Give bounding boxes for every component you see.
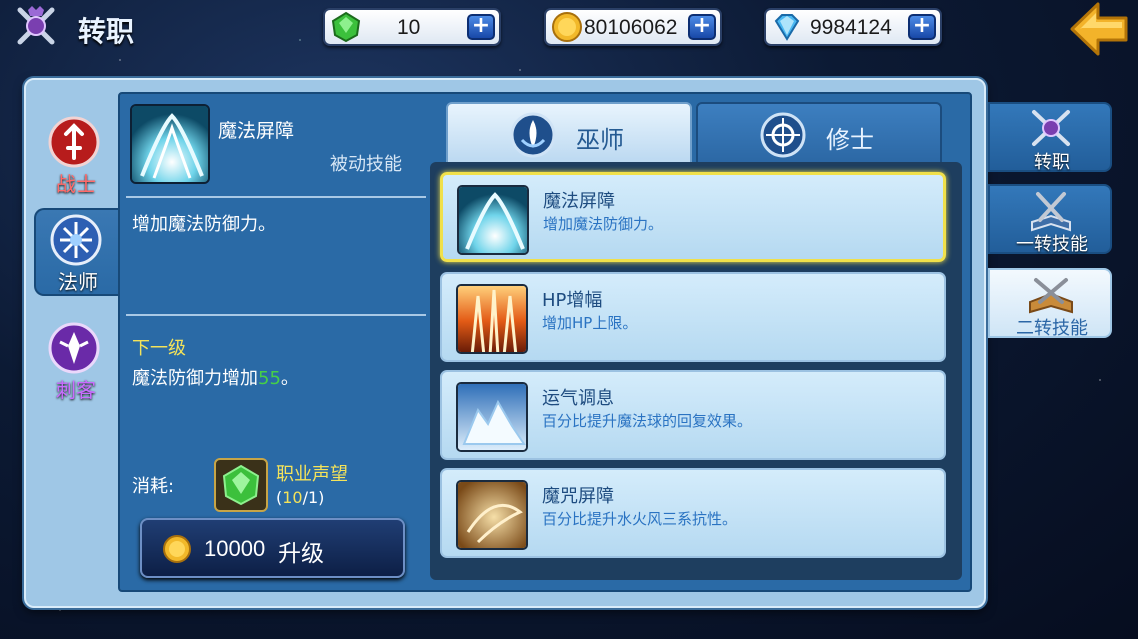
skill-description: 百分比提升水火风三系抗性。 (542, 510, 738, 528)
whirlwind-sand-icon (458, 482, 526, 548)
skill-description: 增加HP上限。 (542, 314, 638, 332)
tab-first-job-skills[interactable]: 一转技能 (988, 184, 1112, 255)
upgrade-cost: 10000 (204, 536, 266, 561)
book-swords-icon (1031, 192, 1071, 232)
class-name-warrior: 战士 (56, 172, 96, 196)
skill-name: 魔咒屏障 (542, 486, 614, 507)
page-title: 转职 (78, 15, 135, 48)
skill-thumb (457, 185, 529, 255)
hp-boost-fire-icon (458, 286, 526, 352)
priest-emblem-icon (760, 112, 806, 158)
gem-counter: 10 + (323, 8, 501, 46)
cost-item-name: 职业声望 (276, 464, 348, 485)
branch-name-priest: 修士 (826, 126, 874, 154)
divider (126, 314, 426, 316)
gold-counter: 80106062 + (544, 8, 722, 46)
skill-thumb (456, 382, 528, 452)
selected-skill-icon (130, 104, 210, 184)
selected-skill-description: 增加魔法防御力。 (132, 214, 276, 235)
branch-tab-priest[interactable]: 修士 (696, 102, 942, 164)
top-bar: 转职 10 + 80106062 + 9984124 + (0, 0, 1138, 60)
class-name-assassin: 刺客 (56, 378, 96, 402)
crossed-swords-crest-icon (1032, 110, 1070, 146)
branch-name-wizard: 巫师 (576, 126, 624, 154)
back-arrow-icon[interactable] (1068, 0, 1130, 58)
add-diamonds-button[interactable]: + (908, 14, 936, 40)
assassin-emblem-icon (48, 322, 100, 374)
tab-label: 二转技能 (1016, 318, 1088, 339)
magic-barrier-icon (132, 106, 208, 182)
tab-label: 一转技能 (1016, 234, 1088, 255)
tab-job-change[interactable]: 转职 (988, 102, 1112, 173)
mage-emblem-icon (50, 214, 102, 266)
next-level-title: 下一级 (132, 338, 186, 359)
diamond-counter: 9984124 + (764, 8, 942, 46)
skill-description: 百分比提升魔法球的回复效果。 (542, 412, 753, 430)
divider (126, 196, 426, 198)
skill-name: 运气调息 (542, 388, 614, 409)
cost-item-slot (214, 458, 268, 512)
green-gem-icon (331, 11, 361, 43)
upgrade-label: 升级 (278, 541, 324, 567)
green-gem-icon (222, 464, 260, 506)
branch-tab-wizard[interactable]: 巫师 (446, 102, 692, 164)
next-level-description: 魔法防御力增加55。 (132, 368, 299, 389)
skill-thumb (456, 284, 528, 354)
gem-count: 10 (397, 16, 421, 39)
skill-description: 增加魔法防御力。 (543, 215, 664, 233)
skill-card-magic-barrier[interactable]: 魔法屏障 增加魔法防御力。 (440, 172, 946, 262)
skill-name: 魔法屏障 (543, 191, 615, 212)
class-tab-warrior[interactable]: 战士 (34, 112, 118, 200)
upgrade-button[interactable]: 10000 升级 (140, 518, 405, 578)
warrior-emblem-icon (48, 116, 100, 168)
wizard-emblem-icon (510, 112, 556, 158)
gold-coin-icon (552, 12, 582, 42)
open-book-icon (1029, 278, 1073, 314)
add-gold-button[interactable]: + (688, 14, 716, 40)
class-name-mage: 法师 (58, 270, 98, 294)
diamond-count: 9984124 (810, 16, 892, 39)
skill-thumb (456, 480, 528, 550)
gold-count: 80106062 (584, 16, 678, 39)
cost-item-count: (10/1) (276, 488, 325, 507)
selected-skill-type: 被动技能 (330, 154, 402, 175)
crossed-swords-crest-icon (17, 6, 55, 45)
class-tab-assassin[interactable]: 刺客 (34, 318, 118, 406)
skill-name: HP增幅 (542, 290, 603, 311)
skill-card-curse-barrier[interactable]: 魔咒屏障 百分比提升水火风三系抗性。 (440, 468, 946, 558)
add-gems-button[interactable]: + (467, 14, 495, 40)
selected-skill-name: 魔法屏障 (218, 120, 295, 142)
skill-card-luck-regulation[interactable]: 运气调息 百分比提升魔法球的回复效果。 (440, 370, 946, 460)
gold-coin-icon (163, 535, 191, 563)
tab-label: 转职 (1034, 152, 1070, 173)
skill-card-hp-boost[interactable]: HP增幅 增加HP上限。 (440, 272, 946, 362)
next-level-value: 55 (258, 368, 281, 389)
tab-second-job-skills[interactable]: 二转技能 (988, 268, 1112, 339)
ice-crystal-icon (458, 384, 526, 450)
class-tab-mage[interactable]: 法师 (34, 208, 118, 296)
blue-diamond-icon (774, 14, 800, 41)
cost-label: 消耗: (132, 476, 175, 497)
magic-barrier-icon (459, 187, 527, 253)
